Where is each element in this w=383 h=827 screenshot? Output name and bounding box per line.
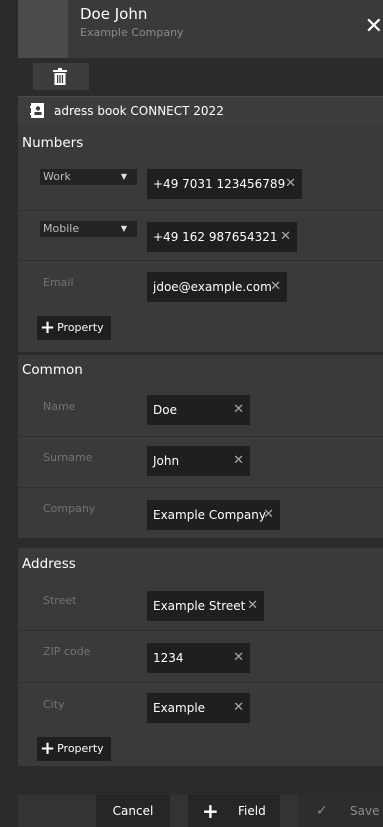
clear-icon[interactable]: ✕ — [233, 395, 244, 425]
surname-label: Surname — [43, 451, 93, 464]
checkmark-icon: ✓ — [316, 803, 328, 819]
zip-label: ZIP code — [43, 645, 91, 658]
section-title-address: Address — [22, 556, 76, 572]
save-button[interactable]: ✓ Save — [298, 795, 383, 827]
cancel-label: Cancel — [112, 804, 154, 818]
dropdown-arrow-icon: ▼ — [120, 224, 127, 233]
plus-icon: + — [202, 799, 219, 823]
add-field-label: Field — [238, 804, 266, 818]
cancel-button[interactable]: Cancel — [96, 795, 170, 827]
trash-icon — [53, 68, 67, 85]
name-field[interactable]: Doe ✕ — [147, 395, 250, 425]
email-field[interactable]: jdoe@example.com ✕ — [147, 272, 287, 302]
email-label: Email — [43, 276, 74, 289]
delete-button[interactable] — [33, 63, 89, 90]
add-property-button-numbers[interactable]: + Property — [37, 316, 111, 340]
contact-header: Doe John Example Company ✕ — [18, 0, 383, 58]
phone-type-select-work[interactable]: Work ▼ — [40, 169, 137, 185]
company-field[interactable]: Example Company ✕ — [147, 500, 280, 530]
section-title-common: Common — [22, 362, 83, 378]
phone-type-select-mobile[interactable]: Mobile ▼ — [40, 221, 137, 237]
plus-icon: + — [40, 317, 56, 338]
field-value: Example — [153, 701, 206, 715]
field-value: +49 162 987654321 — [153, 230, 278, 244]
divider — [18, 260, 383, 261]
name-label: Name — [43, 400, 76, 413]
footer-bar: Cancel + Field ✓ Save — [18, 795, 383, 827]
clear-icon[interactable]: ✕ — [233, 446, 244, 476]
avatar — [18, 0, 68, 58]
contact-company: Example Company — [80, 26, 184, 39]
close-icon[interactable]: ✕ — [365, 14, 383, 39]
add-property-button-address[interactable]: + Property — [37, 737, 111, 761]
clear-icon[interactable]: ✕ — [263, 500, 274, 530]
add-property-label: Property — [57, 321, 104, 334]
save-label: Save — [350, 804, 380, 818]
zip-field[interactable]: 1234 ✕ — [147, 643, 250, 673]
phone-field-mobile[interactable]: +49 162 987654321 ✕ — [147, 222, 297, 252]
dropdown-arrow-icon: ▼ — [120, 172, 127, 181]
field-value: +49 7031 123456789 — [153, 177, 286, 191]
divider — [18, 436, 383, 437]
clear-icon[interactable]: ✕ — [233, 643, 244, 673]
clear-icon[interactable]: ✕ — [233, 693, 244, 723]
clear-icon[interactable]: ✕ — [280, 222, 291, 252]
city-label: City — [43, 698, 65, 711]
divider — [18, 682, 383, 683]
add-field-button[interactable]: + Field — [188, 795, 280, 827]
field-value: 1234 — [153, 651, 184, 665]
phone-type-label: Work — [43, 170, 71, 183]
contact-name: Doe John — [80, 5, 148, 23]
clear-icon[interactable]: ✕ — [285, 169, 296, 199]
plus-icon: + — [40, 738, 56, 759]
city-field[interactable]: Example ✕ — [147, 693, 250, 723]
surname-field[interactable]: John ✕ — [147, 446, 250, 476]
street-label: Street — [43, 594, 77, 607]
phone-type-label: Mobile — [43, 222, 80, 235]
addressbook-selector[interactable]: adress book CONNECT 2022 — [18, 96, 383, 124]
field-value: Example Company — [153, 508, 266, 522]
clear-icon[interactable]: ✕ — [270, 272, 281, 302]
street-field[interactable]: Example Street ✕ — [147, 591, 264, 621]
company-label: Company — [43, 502, 96, 515]
section-title-numbers: Numbers — [22, 135, 84, 151]
add-property-label: Property — [57, 742, 104, 755]
divider — [18, 630, 383, 631]
field-value: jdoe@example.com — [153, 280, 272, 294]
address-book-icon — [30, 103, 44, 118]
field-value: John — [153, 454, 180, 468]
field-value: Doe — [153, 403, 177, 417]
phone-field-work[interactable]: +49 7031 123456789 ✕ — [147, 169, 302, 199]
clear-icon[interactable]: ✕ — [247, 591, 258, 621]
field-value: Example Street — [153, 599, 246, 613]
divider — [18, 487, 383, 488]
addressbook-label: adress book CONNECT 2022 — [54, 104, 224, 118]
divider — [18, 210, 383, 211]
toolbar — [18, 58, 383, 96]
